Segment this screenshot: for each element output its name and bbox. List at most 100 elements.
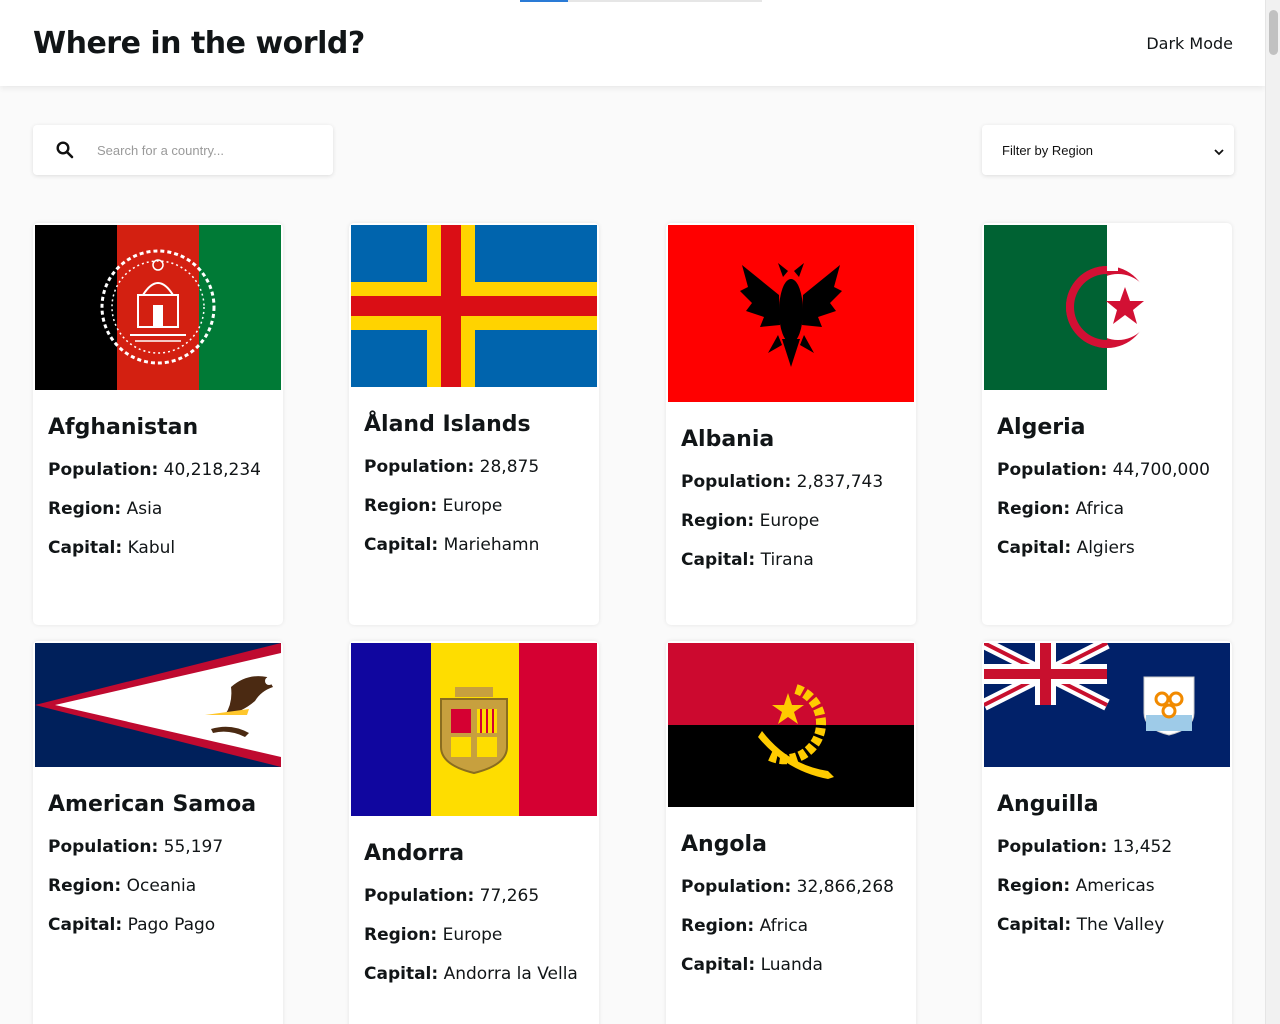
population-value: 2,837,743 [796,472,884,492]
population-label: Population: [997,460,1108,480]
capital-value: Mariehamn [443,535,540,555]
population-value: 40,218,234 [163,460,261,480]
country-name: Algeria [997,415,1086,440]
capital-value: Luanda [760,955,823,975]
capital-stat: Capital: Tirana [681,550,901,570]
region-label: Region: [364,496,438,516]
country-name: Angola [681,832,767,857]
country-card-aland-islands[interactable]: Åland Islands Population: 28,875 Region:… [349,223,599,625]
country-card-angola[interactable]: Angola Population: 32,866,268 Region: Af… [666,641,916,1024]
flag-image [668,643,914,807]
country-name: Åland Islands [364,412,531,437]
region-value: Africa [1075,499,1125,519]
region-value: Africa [759,916,809,936]
region-label: Region: [681,511,755,531]
region-stat: Region: Europe [364,925,584,945]
region-value: Europe [442,496,503,516]
population-stat: Population: 13,452 [997,837,1217,857]
population-stat: Population: 44,700,000 [997,460,1217,480]
region-stat: Region: Africa [997,499,1217,519]
capital-stat: Capital: Algiers [997,538,1217,558]
loading-progress-bar [520,0,762,2]
capital-label: Capital: [997,538,1072,558]
region-value: Europe [759,511,820,531]
dark-mode-toggle[interactable]: Dark Mode [1146,34,1233,53]
population-stat: Population: 40,218,234 [48,460,268,480]
capital-value: Pago Pago [127,915,216,935]
population-stat: Population: 55,197 [48,837,268,857]
population-value: 55,197 [163,837,224,857]
capital-stat: Capital: The Valley [997,915,1217,935]
flag-image [351,643,597,816]
country-card-algeria[interactable]: Algeria Population: 44,700,000 Region: A… [982,223,1232,625]
population-value: 28,875 [479,457,540,477]
capital-stat: Capital: Andorra la Vella [364,964,584,984]
country-card-albania[interactable]: Albania Population: 2,837,743 Region: Eu… [666,223,916,625]
population-stat: Population: 28,875 [364,457,584,477]
country-card-american-samoa[interactable]: American Samoa Population: 55,197 Region… [33,641,283,1024]
country-card-afghanistan[interactable]: Afghanistan Population: 40,218,234 Regio… [33,223,283,625]
capital-value: Tirana [760,550,814,570]
population-label: Population: [681,877,792,897]
flag-image [668,225,914,402]
capital-stat: Capital: Pago Pago [48,915,268,935]
capital-label: Capital: [364,964,439,984]
region-value: Oceania [126,876,197,896]
population-label: Population: [364,886,475,906]
region-stat: Region: Oceania [48,876,268,896]
region-label: Region: [997,876,1071,896]
region-label: Region: [364,925,438,945]
region-label: Region: [48,499,122,519]
capital-stat: Capital: Luanda [681,955,901,975]
capital-stat: Capital: Kabul [48,538,268,558]
capital-label: Capital: [364,535,439,555]
search-box[interactable] [33,125,333,175]
region-filter-select[interactable]: Filter by Region [982,125,1234,175]
scrollbar-thumb[interactable] [1269,10,1278,55]
region-filter-value: Filter by Region [1002,142,1094,158]
search-input[interactable] [97,142,317,158]
population-stat: Population: 2,837,743 [681,472,901,492]
loading-progress-fill [520,0,568,2]
capital-label: Capital: [681,955,756,975]
flag-image [35,643,281,767]
population-stat: Population: 32,866,268 [681,877,901,897]
country-name: Andorra [364,841,465,866]
country-card-anguilla[interactable]: Anguilla Population: 13,452 Region: Amer… [982,641,1232,1024]
chevron-down-icon [1214,141,1224,160]
capital-value: Andorra la Vella [443,964,578,984]
region-value: Americas [1075,876,1155,896]
country-name: American Samoa [48,792,257,817]
population-value: 77,265 [479,886,540,906]
region-label: Region: [681,916,755,936]
population-value: 44,700,000 [1112,460,1210,480]
country-name: Afghanistan [48,415,199,440]
flag-image [984,225,1230,390]
page-scrollbar[interactable] [1265,0,1280,1024]
country-name: Albania [681,427,775,452]
region-value: Europe [442,925,503,945]
population-label: Population: [997,837,1108,857]
population-stat: Population: 77,265 [364,886,584,906]
capital-stat: Capital: Mariehamn [364,535,584,555]
population-value: 13,452 [1112,837,1173,857]
search-icon [33,141,97,159]
capital-label: Capital: [48,915,123,935]
population-value: 32,866,268 [796,877,894,897]
capital-label: Capital: [48,538,123,558]
region-stat: Region: Europe [364,496,584,516]
region-stat: Region: Europe [681,511,901,531]
population-label: Population: [364,457,475,477]
population-label: Population: [48,460,159,480]
population-label: Population: [681,472,792,492]
region-label: Region: [997,499,1071,519]
capital-value: Algiers [1076,538,1135,558]
region-stat: Region: Asia [48,499,268,519]
flag-image [35,225,281,390]
capital-label: Capital: [681,550,756,570]
country-card-andorra[interactable]: Andorra Population: 77,265 Region: Europ… [349,641,599,1024]
capital-value: Kabul [127,538,176,558]
population-label: Population: [48,837,159,857]
country-name: Anguilla [997,792,1099,817]
region-stat: Region: Africa [681,916,901,936]
